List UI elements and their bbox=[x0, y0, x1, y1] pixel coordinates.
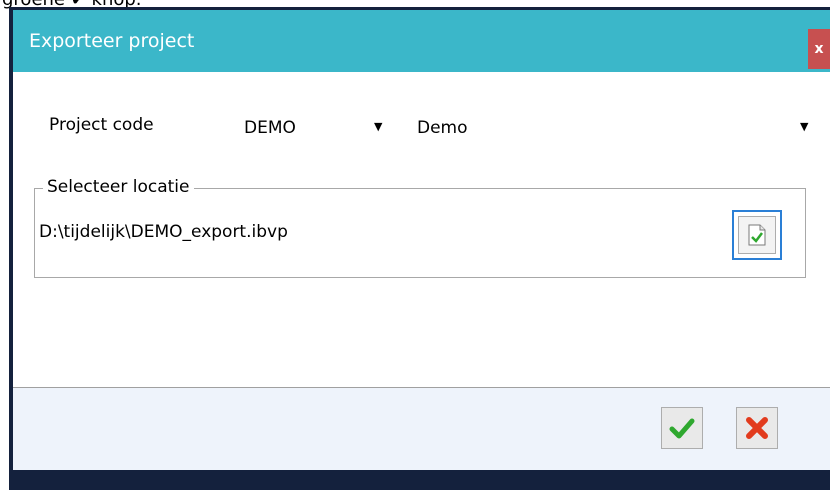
browse-location-button[interactable] bbox=[732, 210, 782, 260]
browse-button-face bbox=[738, 216, 776, 254]
caret-down-icon[interactable]: ▼ bbox=[374, 120, 382, 133]
checkmark-icon bbox=[669, 418, 695, 439]
location-group-label: Selecteer locatie bbox=[43, 177, 194, 197]
close-button[interactable]: x bbox=[808, 29, 830, 69]
close-icon: x bbox=[814, 41, 824, 57]
export-project-dialog: Exporteer project x Project code DEMO ▼ … bbox=[9, 7, 830, 490]
dialog-content: Project code DEMO ▼ Demo ▼ Selecteer loc… bbox=[13, 72, 830, 387]
dialog-footer bbox=[13, 388, 830, 470]
export-path-field[interactable]: D:\tijdelijk\DEMO_export.ibvp bbox=[39, 222, 288, 242]
project-code-select[interactable]: DEMO ▼ bbox=[244, 113, 384, 143]
project-name-select[interactable]: Demo ▼ bbox=[417, 113, 813, 143]
location-group: Selecteer locatie D:\tijdelijk\DEMO_expo… bbox=[34, 177, 806, 278]
file-check-icon bbox=[748, 224, 766, 246]
confirm-button[interactable] bbox=[661, 407, 703, 449]
cancel-button[interactable] bbox=[736, 407, 778, 449]
dialog-titlebar: Exporteer project x bbox=[13, 10, 830, 72]
dialog-title: Exporteer project bbox=[29, 30, 195, 52]
project-code-value: DEMO bbox=[244, 118, 296, 138]
caret-down-icon[interactable]: ▼ bbox=[800, 120, 808, 133]
project-name-value: Demo bbox=[417, 118, 468, 138]
project-code-label: Project code bbox=[49, 115, 154, 135]
cross-icon bbox=[746, 417, 768, 439]
